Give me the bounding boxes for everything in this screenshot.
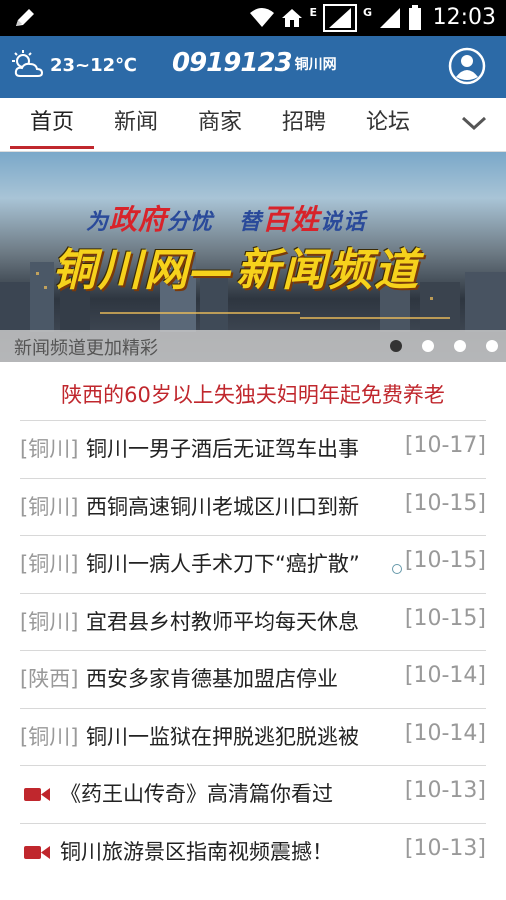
banner-caption: 新闻频道更加精彩 [14,338,158,359]
news-region-tag: [铜川] [20,494,79,519]
news-region-tag: [铜川] [20,437,79,461]
news-item[interactable]: [铜川] 西铜高速铜川老城区川口到新 [10-15] [20,477,486,536]
carousel-dot[interactable] [390,340,402,352]
news-date: [10-15] [404,548,486,573]
news-title: 铜川一男子酒后无证驾车出事 [86,437,359,461]
news-title: 西铜高速铜川老城区川口到新 [86,494,359,519]
carousel-dot[interactable] [454,340,466,352]
app-header: 23~12℃ 0919123 铜川网 [0,36,506,98]
news-item[interactable]: [铜川] 铜川一男子酒后无证驾车出事 [10-17] [20,420,486,478]
news-item[interactable]: [陕西] 西安多家肯德基加盟店停业 [10-14] [20,650,486,708]
signal-icon [322,4,357,32]
banner-slogan: 为政府分忧 替百姓说话 [86,203,367,236]
site-logo[interactable]: 0919123 铜川网 [172,48,337,78]
signal-icon [380,8,400,28]
video-camera-icon [24,788,50,801]
carousel-dot[interactable] [486,340,498,352]
news-date: [10-17] [404,433,486,458]
video-title: 《药王山传奇》高清篇你看过 [60,782,333,806]
user-icon[interactable] [448,47,486,85]
news-date: [10-14] [404,720,486,746]
video-camera-icon [24,845,50,859]
video-item[interactable]: 《药王山传奇》高清篇你看过 [10-13] [20,765,486,823]
featured-headline-link[interactable]: 陕西的60岁以上失独夫妇明年起免费养老 [0,372,506,418]
chevron-down-icon[interactable] [460,112,488,134]
news-date: [10-15] [404,490,486,516]
news-title: 铜川一病人手术刀下“癌扩散” [86,552,360,576]
tab-forum[interactable]: 论坛 [346,98,430,150]
news-title: 铜川一监狱在押脱逃犯脱逃被 [86,724,359,749]
news-item[interactable]: [铜川] 铜川一监狱在押脱逃犯脱逃被 [10-14] [20,707,486,766]
news-list: [铜川] 铜川一男子酒后无证驾车出事 [10-17] [铜川] 西铜高速铜川老城… [0,420,506,880]
tab-home[interactable]: 首页 [10,98,94,150]
weather-widget[interactable]: 23~12℃ [12,50,137,80]
loading-ring-icon [392,564,402,574]
news-banner[interactable]: 为政府分忧 替百姓说话 铜川网—新闻频道 新闻频道更加精彩 [0,152,506,362]
tab-jobs[interactable]: 招聘 [262,98,346,150]
video-date: [10-13] [404,835,486,861]
status-icons: E G [249,4,422,32]
tab-merchants[interactable]: 商家 [178,98,262,150]
home-icon [282,9,303,27]
wifi-icon [250,8,275,27]
news-date: [10-15] [404,605,486,631]
news-title: 宜君县乡村教师平均每天休息 [86,609,359,634]
network-type-label: G [362,6,372,19]
news-date: [10-14] [404,663,486,688]
status-bar: E G 12:03 [0,0,506,36]
pen-icon [16,9,34,26]
news-item[interactable]: [铜川] 铜川一病人手术刀下“癌扩散” [10-15] [20,535,486,593]
news-region-tag: [铜川] [20,609,79,634]
active-tab-indicator [10,146,94,149]
network-type-label: E [309,6,317,19]
video-item[interactable]: 铜川旅游景区指南视频震撼！ [10-13] [20,822,486,881]
banner-caption-bar: 新闻频道更加精彩 [0,330,506,362]
category-nav: 首页 新闻 商家 招聘 论坛 [0,98,506,152]
video-title: 铜川旅游景区指南视频震撼！ [60,839,333,864]
news-region-tag: [陕西] [20,667,79,691]
banner-headline: 铜川网—新闻频道 [52,245,420,296]
logo-number: 0919123 [172,48,293,78]
video-date: [10-13] [404,778,486,803]
news-region-tag: [铜川] [20,724,79,749]
news-region-tag: [铜川] [20,552,79,576]
battery-icon [409,5,421,30]
clock: 12:03 [432,5,496,30]
logo-text: 铜川网 [294,57,337,73]
news-title: 西安多家肯德基加盟店停业 [86,667,338,691]
temperature-label: 23~12℃ [50,54,137,76]
cloudy-sun-icon [12,50,44,77]
tab-news[interactable]: 新闻 [94,98,178,150]
carousel-indicator [390,340,498,352]
news-item[interactable]: [铜川] 宜君县乡村教师平均每天休息 [10-15] [20,592,486,651]
carousel-dot[interactable] [422,340,434,352]
